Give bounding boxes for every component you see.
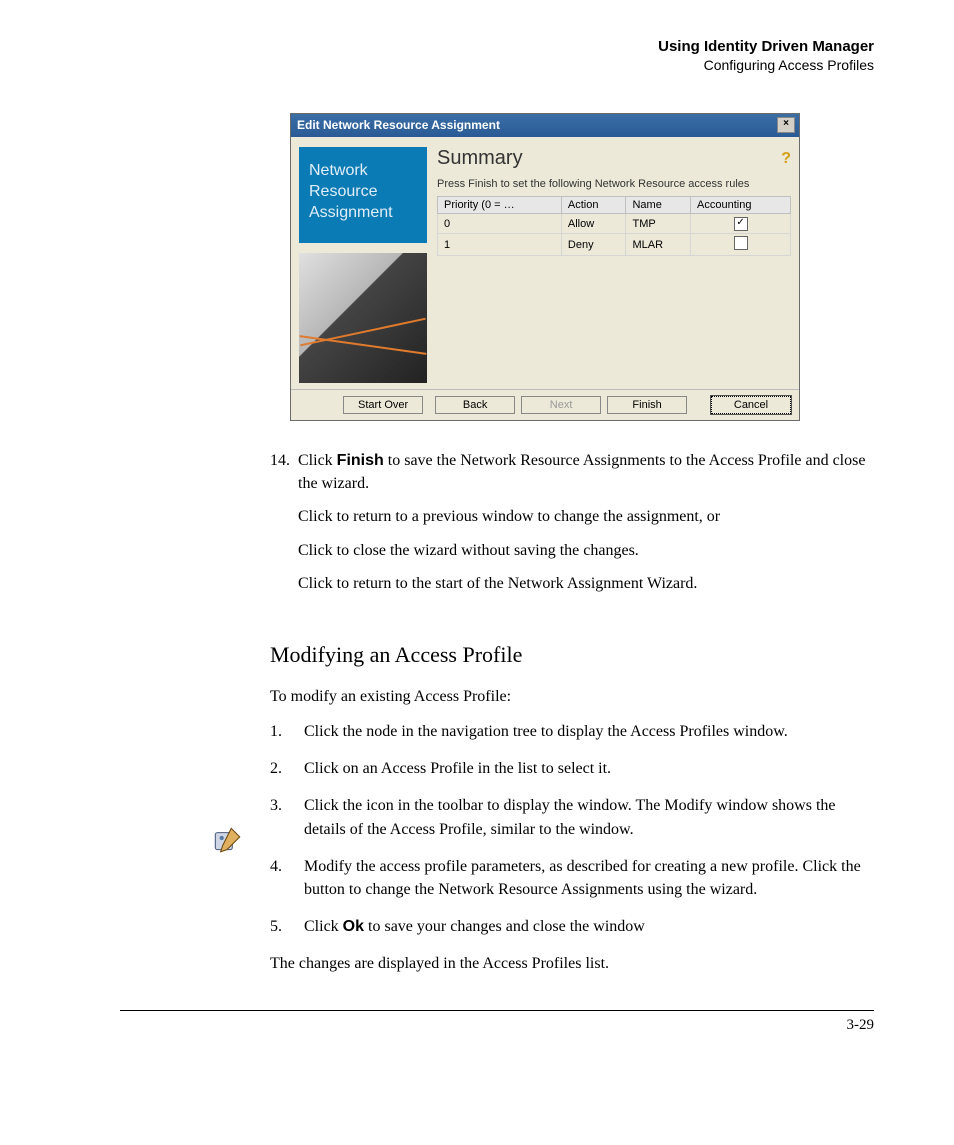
close-icon[interactable]: × (777, 117, 795, 133)
sidebar-line3: Assignment (309, 203, 417, 224)
step-number: 14. (270, 449, 298, 605)
page-number: 3-29 (120, 1017, 874, 1034)
step-4: 4. Modify the access profile parameters,… (270, 855, 874, 901)
table-header-row: Priority (0 = … Action Name Accounting (438, 197, 791, 214)
sidebar-line2: Resource (309, 182, 417, 203)
step-5: 5. Click Ok to save your changes and clo… (270, 915, 874, 938)
start-over-button[interactable]: Start Over (343, 396, 423, 414)
accounting-checkbox[interactable]: ✓ (734, 217, 748, 231)
step-text: Modify the access profile parameters, as… (304, 855, 874, 901)
txt: Click (304, 918, 343, 935)
dialog-titlebar: Edit Network Resource Assignment × (291, 114, 799, 137)
ok-label: Ok (343, 918, 364, 935)
cell-priority: 0 (438, 214, 562, 234)
rules-table: Priority (0 = … Action Name Accounting 0… (437, 196, 791, 256)
step-14-sub3: Click to return to the start of the Netw… (298, 572, 874, 595)
cell-name: TMP (626, 214, 691, 234)
step-number: 3. (270, 794, 304, 840)
txt: to save the Network Resource Assignments… (298, 452, 865, 492)
col-action[interactable]: Action (561, 197, 626, 214)
cell-action: Allow (561, 214, 626, 234)
table-row[interactable]: 1 Deny MLAR (438, 234, 791, 256)
step-1: 1. Click the node in the navigation tree… (270, 720, 874, 743)
wizard-sidebar: Network Resource Assignment (299, 147, 427, 383)
modify-steps: 1. Click the node in the navigation tree… (270, 720, 874, 938)
wizard-sidebar-image (299, 253, 427, 383)
section-heading: Modifying an Access Profile (270, 639, 874, 671)
table-row[interactable]: 0 Allow TMP ✓ (438, 214, 791, 234)
step-3: 3. Click the icon in the toolbar to disp… (270, 794, 874, 840)
sidebar-line1: Network (309, 161, 417, 182)
modify-access-profile-icon (210, 822, 242, 854)
finish-label: Finish (337, 452, 384, 469)
accounting-checkbox[interactable] (734, 236, 748, 250)
next-button: Next (521, 396, 601, 414)
step-14-sub2: Click to close the wizard without saving… (298, 539, 874, 562)
cell-accounting: ✓ (691, 214, 791, 234)
wizard-main-panel: Summary ? Press Finish to set the follow… (437, 147, 791, 383)
txt: Click (298, 452, 337, 469)
back-button[interactable]: Back (435, 396, 515, 414)
wizard-button-row: Start Over Back Next Finish Cancel (291, 389, 799, 420)
step-text: Click Ok to save your changes and close … (304, 915, 874, 938)
dialog-screenshot: Edit Network Resource Assignment × Netwo… (290, 113, 874, 421)
footer-rule (120, 1010, 874, 1011)
step-text: Click the node in the navigation tree to… (304, 720, 874, 743)
closing-text: The changes are displayed in the Access … (270, 952, 874, 975)
edit-network-resource-dialog: Edit Network Resource Assignment × Netwo… (290, 113, 800, 421)
step-number: 2. (270, 757, 304, 780)
help-icon[interactable]: ? (781, 150, 791, 168)
step-number: 5. (270, 915, 304, 938)
summary-heading-row: Summary ? (437, 147, 791, 170)
col-name[interactable]: Name (626, 197, 691, 214)
cancel-button[interactable]: Cancel (711, 396, 791, 414)
dialog-title: Edit Network Resource Assignment (297, 118, 500, 132)
header-title: Using Identity Driven Manager (120, 38, 874, 55)
running-header: Using Identity Driven Manager Configurin… (120, 38, 874, 73)
step-14-sub1: Click to return to a previous window to … (298, 505, 874, 528)
header-subtitle: Configuring Access Profiles (120, 57, 874, 73)
step-number: 1. (270, 720, 304, 743)
step-14: 14. Click Finish to save the Network Res… (270, 449, 874, 605)
cell-action: Deny (561, 234, 626, 256)
summary-heading: Summary (437, 147, 523, 170)
modify-intro: To modify an existing Access Profile: (270, 685, 874, 708)
cell-priority: 1 (438, 234, 562, 256)
step-text: Click the icon in the toolbar to display… (304, 794, 874, 840)
step-text: Click Finish to save the Network Resourc… (298, 449, 874, 605)
step-2: 2. Click on an Access Profile in the lis… (270, 757, 874, 780)
cell-accounting (691, 234, 791, 256)
col-priority[interactable]: Priority (0 = … (438, 197, 562, 214)
col-accounting[interactable]: Accounting (691, 197, 791, 214)
summary-instruction: Press Finish to set the following Networ… (437, 178, 791, 190)
cell-name: MLAR (626, 234, 691, 256)
wizard-sidebar-title: Network Resource Assignment (299, 147, 427, 243)
finish-button[interactable]: Finish (607, 396, 687, 414)
step-number: 4. (270, 855, 304, 901)
txt: to save your changes and close the windo… (364, 918, 645, 935)
step-text: Click on an Access Profile in the list t… (304, 757, 874, 780)
